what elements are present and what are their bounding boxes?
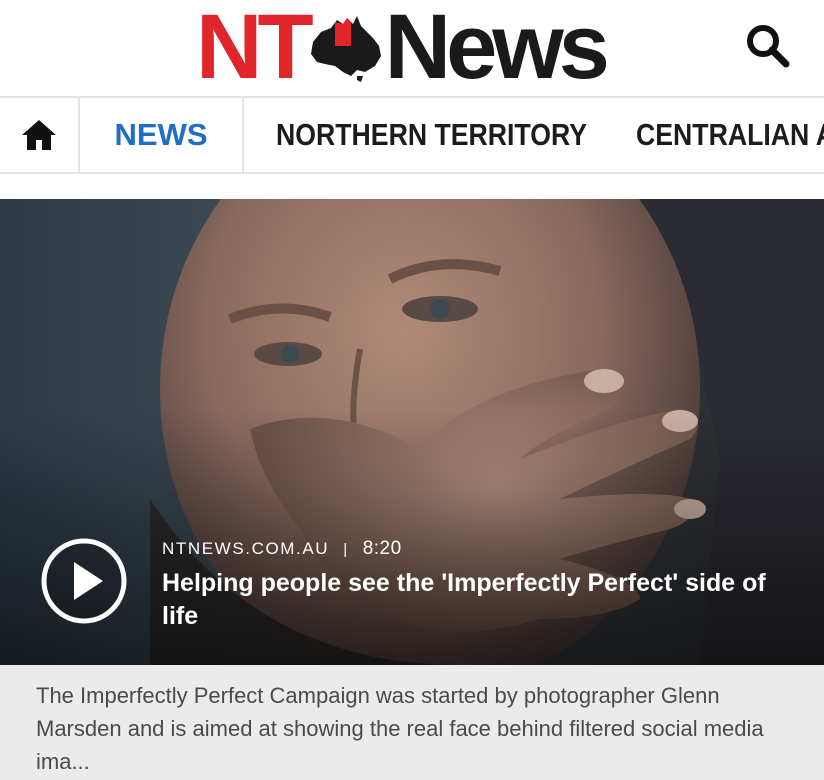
tab-northern-territory[interactable]: NORTHERN TERRITORY: [276, 98, 587, 172]
play-button[interactable]: [41, 538, 127, 624]
tab-news[interactable]: NEWS: [80, 98, 244, 172]
hero-video-card[interactable]: NTNEWS.COM.AU | 8:20 Helping people see …: [0, 199, 824, 665]
tab-centralian[interactable]: CENTRALIAN A: [636, 98, 824, 172]
search-button[interactable]: [742, 20, 794, 72]
video-headline[interactable]: Helping people see the 'Imperfectly Perf…: [162, 567, 802, 633]
logo-text-nt: NT: [196, 0, 314, 98]
logo-text-news: News: [384, 0, 610, 98]
section-nav: NEWS NORTHERN TERRITORY CENTRALIAN A: [0, 96, 824, 174]
search-icon: [747, 25, 790, 68]
site-header: NT News: [0, 0, 824, 96]
home-icon: [22, 120, 56, 150]
article-summary[interactable]: The Imperfectly Perfect Campaign was sta…: [0, 665, 824, 780]
video-duration: 8:20: [362, 538, 402, 559]
meta-separator: |: [343, 540, 349, 558]
play-icon: [41, 538, 127, 624]
australia-map-icon: [310, 16, 381, 82]
nt-news-logo[interactable]: NT News: [196, 0, 610, 98]
nav-home-button[interactable]: [0, 98, 80, 172]
video-source: NTNEWS.COM.AU: [162, 539, 330, 558]
video-meta: NTNEWS.COM.AU | 8:20: [162, 538, 402, 560]
